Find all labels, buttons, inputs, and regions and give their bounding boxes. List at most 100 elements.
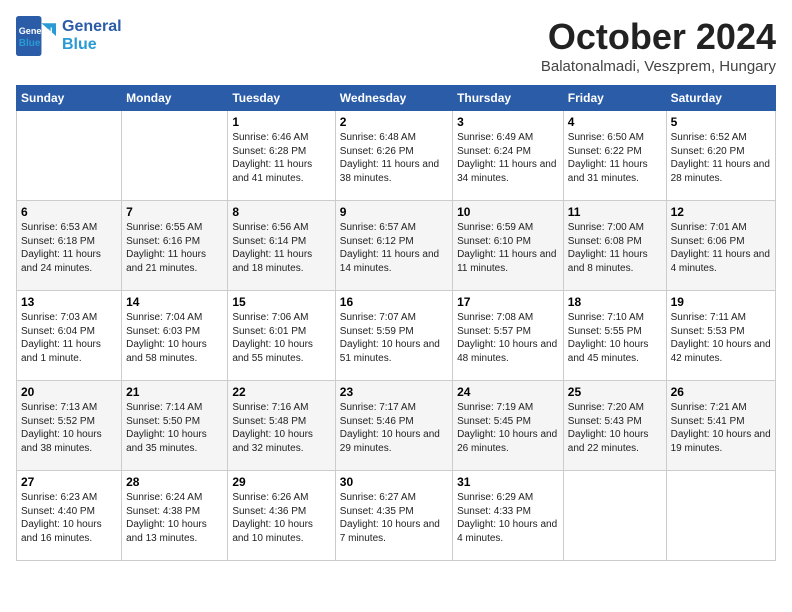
- subtitle: Balatonalmadi, Veszprem, Hungary: [541, 58, 776, 75]
- calendar-cell: 25 Sunrise: 7:20 AMSunset: 5:43 PMDayligh…: [563, 381, 666, 471]
- header-monday: Monday: [122, 86, 228, 111]
- day-info: Sunrise: 7:04 AMSunset: 6:03 PMDaylight:…: [126, 311, 223, 365]
- day-info: Sunrise: 6:53 AMSunset: 6:18 PMDaylight:…: [21, 221, 117, 275]
- calendar-cell: 3Sunrise: 6:49 AMSunset: 6:24 PMDaylight…: [453, 111, 564, 201]
- day-info: Sunrise: 7:19 AMSunset: 5:45 PMDaylight:…: [457, 401, 559, 455]
- day-number: 14: [126, 295, 223, 309]
- calendar-week-row: 27 Sunrise: 6:23 AMSunset: 4:40 PMDayligh…: [17, 471, 776, 561]
- day-info: Sunrise: 6:23 AMSunset: 4:40 PMDaylight:…: [21, 491, 117, 545]
- day-number: 23: [340, 385, 448, 399]
- day-info: Sunrise: 7:08 AMSunset: 5:57 PMDaylight:…: [457, 311, 559, 365]
- calendar-header-row: SundayMondayTuesdayWednesdayThursdayFrid…: [17, 86, 776, 111]
- calendar-cell: [563, 471, 666, 561]
- day-info: Sunrise: 6:59 AMSunset: 6:10 PMDaylight:…: [457, 221, 559, 275]
- day-number: 25: [568, 385, 662, 399]
- calendar-cell: 30 Sunrise: 6:27 AMSunset: 4:35 PMDayligh…: [335, 471, 452, 561]
- day-number: 1: [232, 115, 330, 129]
- day-number: 28: [126, 475, 223, 489]
- page-header: General Blue General Blue October 2024 B…: [16, 16, 776, 75]
- calendar-cell: 9Sunrise: 6:57 AMSunset: 6:12 PMDaylight…: [335, 201, 452, 291]
- day-number: 18: [568, 295, 662, 309]
- calendar-cell: 13 Sunrise: 7:03 AMSunset: 6:04 PMDayligh…: [17, 291, 122, 381]
- calendar-cell: 10 Sunrise: 6:59 AMSunset: 6:10 PMDayligh…: [453, 201, 564, 291]
- day-number: 13: [21, 295, 117, 309]
- calendar-cell: [666, 471, 775, 561]
- day-number: 20: [21, 385, 117, 399]
- day-info: Sunrise: 6:49 AMSunset: 6:24 PMDaylight:…: [457, 131, 559, 185]
- calendar-cell: 7 Sunrise: 6:55 AMSunset: 6:16 PMDaylight…: [122, 201, 228, 291]
- day-info: Sunrise: 6:26 AMSunset: 4:36 PMDaylight:…: [232, 491, 330, 545]
- day-number: 17: [457, 295, 559, 309]
- day-info: Sunrise: 7:03 AMSunset: 6:04 PMDaylight:…: [21, 311, 117, 365]
- calendar-cell: 6Sunrise: 6:53 AMSunset: 6:18 PMDaylight…: [17, 201, 122, 291]
- day-number: 4: [568, 115, 662, 129]
- day-info: Sunrise: 6:27 AMSunset: 4:35 PMDaylight:…: [340, 491, 448, 545]
- calendar-cell: 31 Sunrise: 6:29 AMSunset: 4:33 PMDayligh…: [453, 471, 564, 561]
- calendar-cell: [122, 111, 228, 201]
- day-number: 11: [568, 205, 662, 219]
- calendar-cell: 19Sunrise: 7:11 AMSunset: 5:53 PMDayligh…: [666, 291, 775, 381]
- day-number: 8: [232, 205, 330, 219]
- calendar-cell: [17, 111, 122, 201]
- calendar-cell: 26 Sunrise: 7:21 AMSunset: 5:41 PMDayligh…: [666, 381, 775, 471]
- svg-text:Blue: Blue: [19, 38, 41, 49]
- calendar-cell: 5 Sunrise: 6:52 AMSunset: 6:20 PMDaylight…: [666, 111, 775, 201]
- day-info: Sunrise: 7:17 AMSunset: 5:46 PMDaylight:…: [340, 401, 448, 455]
- day-info: Sunrise: 6:46 AMSunset: 6:28 PMDaylight:…: [232, 131, 330, 185]
- day-info: Sunrise: 7:06 AMSunset: 6:01 PMDaylight:…: [232, 311, 330, 365]
- day-number: 31: [457, 475, 559, 489]
- day-info: Sunrise: 6:52 AMSunset: 6:20 PMDaylight:…: [671, 131, 771, 185]
- calendar-cell: 8Sunrise: 6:56 AMSunset: 6:14 PMDaylight…: [228, 201, 335, 291]
- day-info: Sunrise: 7:10 AMSunset: 5:55 PMDaylight:…: [568, 311, 662, 365]
- calendar-cell: 15 Sunrise: 7:06 AMSunset: 6:01 PMDayligh…: [228, 291, 335, 381]
- calendar-cell: 14 Sunrise: 7:04 AMSunset: 6:03 PMDayligh…: [122, 291, 228, 381]
- calendar-cell: 18 Sunrise: 7:10 AMSunset: 5:55 PMDayligh…: [563, 291, 666, 381]
- calendar-week-row: 6Sunrise: 6:53 AMSunset: 6:18 PMDaylight…: [17, 201, 776, 291]
- day-number: 5: [671, 115, 771, 129]
- day-number: 2: [340, 115, 448, 129]
- header-saturday: Saturday: [666, 86, 775, 111]
- logo-text: General Blue: [62, 18, 122, 53]
- calendar-cell: 22Sunrise: 7:16 AMSunset: 5:48 PMDayligh…: [228, 381, 335, 471]
- header-sunday: Sunday: [17, 86, 122, 111]
- day-number: 7: [126, 205, 223, 219]
- calendar-cell: 4 Sunrise: 6:50 AMSunset: 6:22 PMDaylight…: [563, 111, 666, 201]
- calendar-week-row: 1 Sunrise: 6:46 AMSunset: 6:28 PMDaylight…: [17, 111, 776, 201]
- day-number: 15: [232, 295, 330, 309]
- title-block: October 2024 Balatonalmadi, Veszprem, Hu…: [541, 16, 776, 75]
- day-number: 27: [21, 475, 117, 489]
- logo-icon: General Blue: [16, 16, 56, 56]
- header-tuesday: Tuesday: [228, 86, 335, 111]
- day-number: 10: [457, 205, 559, 219]
- day-number: 30: [340, 475, 448, 489]
- day-number: 12: [671, 205, 771, 219]
- day-number: 9: [340, 205, 448, 219]
- day-number: 26: [671, 385, 771, 399]
- day-info: Sunrise: 6:29 AMSunset: 4:33 PMDaylight:…: [457, 491, 559, 545]
- calendar-cell: 17 Sunrise: 7:08 AMSunset: 5:57 PMDayligh…: [453, 291, 564, 381]
- header-friday: Friday: [563, 86, 666, 111]
- calendar-cell: 11 Sunrise: 7:00 AMSunset: 6:08 PMDayligh…: [563, 201, 666, 291]
- calendar-table: SundayMondayTuesdayWednesdayThursdayFrid…: [16, 85, 776, 561]
- day-number: 19: [671, 295, 771, 309]
- day-info: Sunrise: 6:50 AMSunset: 6:22 PMDaylight:…: [568, 131, 662, 185]
- calendar-cell: 1 Sunrise: 6:46 AMSunset: 6:28 PMDaylight…: [228, 111, 335, 201]
- calendar-cell: 28 Sunrise: 6:24 AMSunset: 4:38 PMDayligh…: [122, 471, 228, 561]
- day-number: 22: [232, 385, 330, 399]
- calendar-cell: 16Sunrise: 7:07 AMSunset: 5:59 PMDayligh…: [335, 291, 452, 381]
- day-number: 29: [232, 475, 330, 489]
- day-info: Sunrise: 6:48 AMSunset: 6:26 PMDaylight:…: [340, 131, 448, 185]
- day-info: Sunrise: 6:55 AMSunset: 6:16 PMDaylight:…: [126, 221, 223, 275]
- day-info: Sunrise: 7:13 AMSunset: 5:52 PMDaylight:…: [21, 401, 117, 455]
- month-title: October 2024: [541, 16, 776, 58]
- day-info: Sunrise: 7:21 AMSunset: 5:41 PMDaylight:…: [671, 401, 771, 455]
- calendar-cell: 21Sunrise: 7:14 AMSunset: 5:50 PMDayligh…: [122, 381, 228, 471]
- header-thursday: Thursday: [453, 86, 564, 111]
- day-info: Sunrise: 7:00 AMSunset: 6:08 PMDaylight:…: [568, 221, 662, 275]
- logo: General Blue General Blue: [16, 16, 122, 56]
- calendar-cell: 20 Sunrise: 7:13 AMSunset: 5:52 PMDayligh…: [17, 381, 122, 471]
- day-info: Sunrise: 7:20 AMSunset: 5:43 PMDaylight:…: [568, 401, 662, 455]
- day-info: Sunrise: 6:24 AMSunset: 4:38 PMDaylight:…: [126, 491, 223, 545]
- day-info: Sunrise: 7:07 AMSunset: 5:59 PMDaylight:…: [340, 311, 448, 365]
- day-number: 21: [126, 385, 223, 399]
